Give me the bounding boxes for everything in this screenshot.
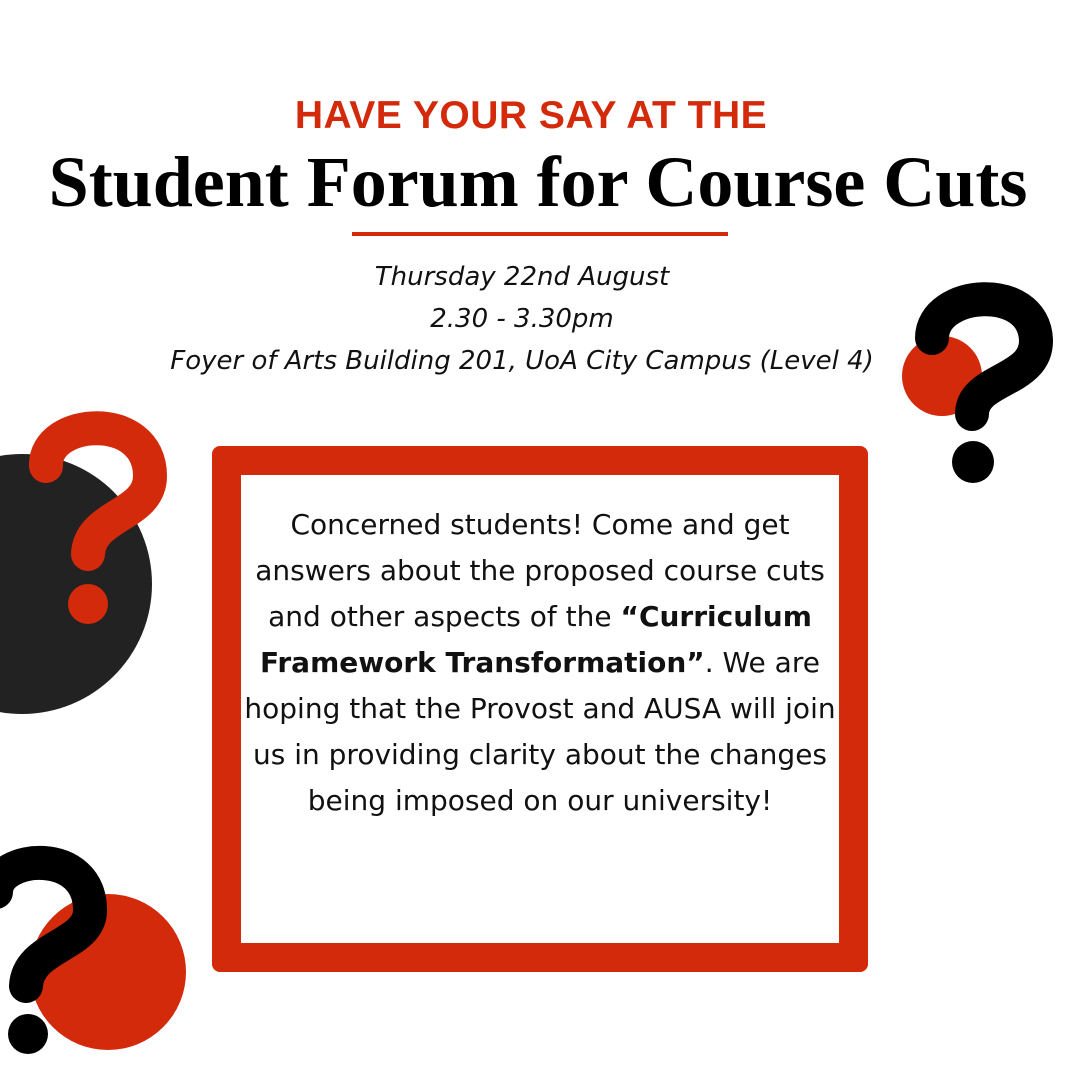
question-mark-icon <box>29 411 167 571</box>
question-mark-dot <box>952 441 994 483</box>
event-time: 2.30 - 3.30pm <box>430 304 614 334</box>
event-location: Foyer of Arts Building 201, UoA City Cam… <box>170 346 874 376</box>
question-mark-icon <box>0 845 107 1003</box>
message-body: Concerned students! Come and get answers… <box>236 502 844 824</box>
dark-circle-decoration <box>0 454 152 714</box>
title-divider <box>352 232 728 236</box>
page-title: Student Forum for Course Cuts <box>48 142 1028 222</box>
event-date: Thursday 22nd August <box>374 262 670 292</box>
event-details: Thursday 22nd August 2.30 - 3.30pm Foyer… <box>0 256 1044 382</box>
question-mark-dot <box>8 1014 48 1054</box>
kicker-heading: HAVE YOUR SAY AT THE <box>294 94 768 137</box>
red-circle-decoration <box>30 894 186 1050</box>
question-mark-dot <box>68 584 108 624</box>
event-poster: HAVE YOUR SAY AT THE Student Forum for C… <box>0 0 1080 1080</box>
